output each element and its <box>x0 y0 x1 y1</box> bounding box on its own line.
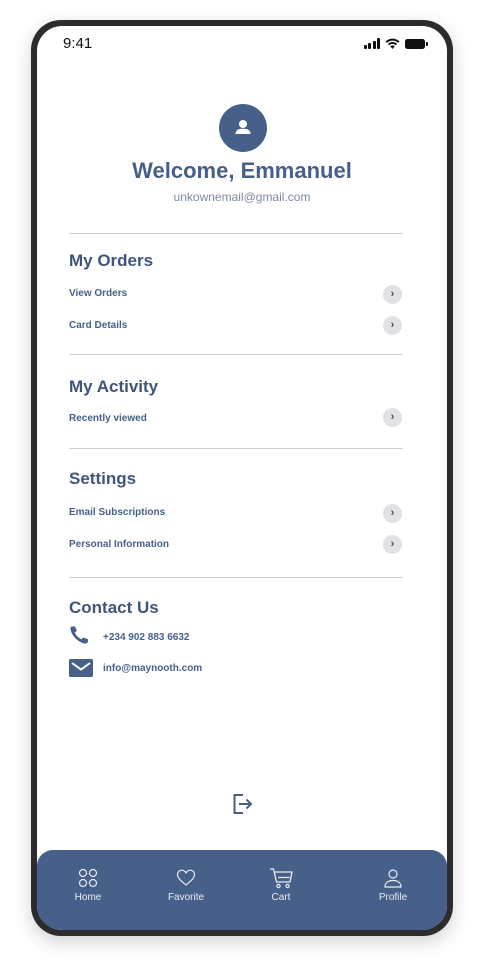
divider <box>69 354 403 355</box>
signal-icon <box>363 38 380 49</box>
bottom-tab-bar: Home Favorite Cart Profile <box>37 850 447 930</box>
divider <box>69 448 403 449</box>
menu-item-personal-information[interactable]: Personal Information <box>69 539 169 550</box>
user-icon <box>384 869 402 888</box>
phone-frame: 9:41 Welcome, Emmanuel unkownemail@gmail… <box>31 20 453 936</box>
chevron-right-icon[interactable]: › <box>383 535 402 554</box>
chevron-right-icon[interactable]: › <box>383 408 402 427</box>
tab-favorite[interactable]: Favorite <box>156 850 216 930</box>
menu-item-email-subscriptions[interactable]: Email Subscriptions <box>69 507 165 518</box>
tab-label: Profile <box>378 892 408 903</box>
heart-icon <box>176 869 196 886</box>
tab-profile[interactable]: Profile <box>363 850 423 930</box>
divider <box>69 233 403 234</box>
user-email: unkownemail@gmail.com <box>173 190 311 204</box>
phone-icon[interactable] <box>69 625 93 645</box>
menu-item-recently-viewed[interactable]: Recently viewed <box>69 413 147 424</box>
divider <box>69 577 403 578</box>
contact-phone[interactable]: +234 902 883 6632 <box>103 632 189 643</box>
chevron-right-icon[interactable]: › <box>383 285 402 304</box>
section-title-settings: Settings <box>69 469 137 488</box>
profile-screen: 9:41 Welcome, Emmanuel unkownemail@gmail… <box>37 26 447 930</box>
section-title-contact: Contact Us <box>69 598 159 617</box>
status-icons <box>363 38 428 49</box>
tab-cart[interactable]: Cart <box>251 850 311 930</box>
status-time: 9:41 <box>63 35 93 52</box>
section-title-orders: My Orders <box>69 251 154 270</box>
menu-item-view-orders[interactable]: View Orders <box>69 288 127 299</box>
section-title-activity: My Activity <box>69 377 159 396</box>
tab-home[interactable]: Home <box>58 850 118 930</box>
avatar[interactable] <box>219 104 267 152</box>
chevron-right-icon[interactable]: › <box>383 504 402 523</box>
contact-email[interactable]: info@maynooth.com <box>103 663 202 674</box>
tab-label: Favorite <box>167 892 205 903</box>
status-bar: 9:41 <box>37 26 447 62</box>
welcome-heading: Welcome, Emmanuel <box>132 158 352 183</box>
cart-icon <box>270 868 293 889</box>
chevron-right-icon[interactable]: › <box>383 316 402 335</box>
tab-label: Cart <box>271 892 291 903</box>
user-icon <box>235 120 251 134</box>
battery-icon <box>405 39 428 49</box>
tab-label: Home <box>74 892 102 903</box>
logout-icon[interactable] <box>230 792 254 816</box>
grid-icon <box>78 868 98 888</box>
mail-icon[interactable] <box>69 658 93 678</box>
menu-item-card-details[interactable]: Card Details <box>69 320 127 331</box>
wifi-icon <box>385 38 400 49</box>
